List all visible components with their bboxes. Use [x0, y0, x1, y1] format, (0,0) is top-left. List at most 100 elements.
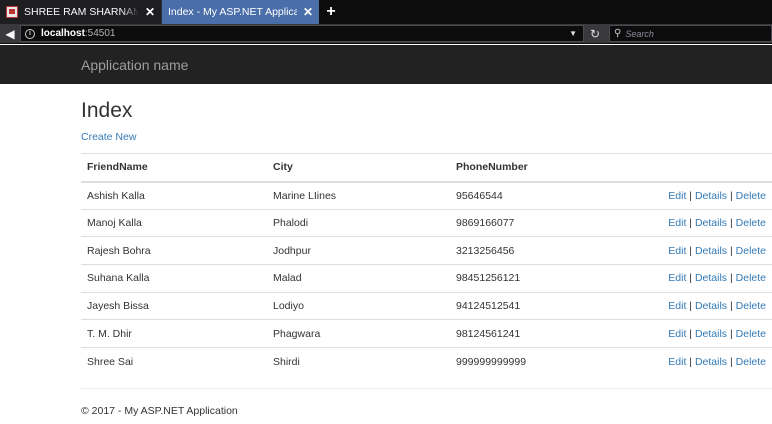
details-link[interactable]: Details — [695, 217, 727, 229]
table-row: Jayesh Bissa Lodiyo 94124512541 Edit | Deta… — [81, 291, 772, 320]
friend-name-cell: Ashish Kalla — [87, 189, 145, 202]
reload-icon[interactable]: ↻ — [585, 24, 605, 44]
action-separator: | — [729, 217, 733, 230]
phone-cell: 9869166077 — [450, 208, 633, 237]
delete-link[interactable]: Delete — [736, 300, 766, 312]
action-separator: | — [729, 300, 733, 313]
footer-divider — [81, 388, 772, 389]
brand-link[interactable]: Application name — [81, 57, 188, 73]
edit-link[interactable]: Edit — [668, 217, 686, 229]
phone-cell: 98451256121 — [450, 264, 633, 293]
action-separator: | — [689, 327, 693, 340]
new-tab-plus-icon[interactable]: + — [319, 0, 343, 24]
friend-name-cell: T. M. Dhir — [81, 319, 267, 348]
browser-tab-index[interactable]: Index - My ASP.NET Application ✕ — [162, 0, 319, 24]
details-link[interactable]: Details — [695, 300, 727, 312]
site-navbar: Application name — [0, 45, 772, 84]
site-favicon-icon — [6, 6, 18, 18]
phone-cell: 94124512541 — [450, 291, 633, 320]
delete-link[interactable]: Delete — [736, 356, 766, 368]
row-actions: Edit | Details | Delete — [633, 208, 772, 237]
delete-link[interactable]: Delete — [736, 217, 766, 229]
action-separator: | — [729, 189, 733, 202]
phone-cell: 98124561241 — [450, 319, 633, 348]
action-separator: | — [689, 300, 693, 313]
table-row: T. M. Dhir Phagwara 98124561241 Edit | Deta… — [81, 319, 772, 348]
action-separator: | — [729, 272, 733, 285]
details-link[interactable]: Details — [695, 245, 727, 257]
action-separator: | — [689, 217, 693, 230]
friend-name-cell: Suhana Kalla — [81, 264, 267, 293]
table-row: Shree Sai Shirdi 999999999999 Edit | Detail… — [81, 347, 772, 376]
city-cell: Phalodi — [267, 208, 450, 237]
details-link[interactable]: Details — [695, 356, 727, 368]
table-row: Suhana Kalla Malad 98451256121 Edit | Detai… — [81, 264, 772, 293]
details-link[interactable]: Details — [695, 272, 727, 284]
browser-search-input[interactable]: ⚲ Search — [609, 25, 772, 42]
action-separator: | — [689, 272, 693, 285]
url-bar[interactable]: i localhost:54501 ▼ — [20, 25, 584, 42]
action-separator: | — [689, 244, 693, 257]
action-separator: | — [729, 327, 733, 340]
city-cell: Lodiyo — [267, 291, 450, 320]
table-header-row: FriendName City PhoneNumber — [81, 153, 772, 183]
browser-nav-bar: ◀ i localhost:54501 ▼ ↻ ⚲ Search — [0, 24, 772, 44]
search-placeholder: Search — [625, 28, 654, 39]
delete-link[interactable]: Delete — [736, 328, 766, 340]
close-tab-icon[interactable]: ✕ — [145, 5, 155, 19]
tab-title: Index - My ASP.NET Application — [168, 6, 297, 18]
browser-tab-shree-ram[interactable]: SHREE RAM SHARNAM - Inte ✕ — [0, 0, 162, 24]
url-host: localhost — [41, 28, 85, 39]
column-header-phonenumber: PhoneNumber — [450, 153, 633, 183]
row-actions: Edit | Details | Delete — [633, 291, 772, 320]
friend-name-cell: Manoj Kalla — [81, 208, 267, 237]
tab-title: SHREE RAM SHARNAM - Inte — [24, 6, 139, 18]
edit-link[interactable]: Edit — [668, 190, 686, 202]
edit-link[interactable]: Edit — [668, 328, 686, 340]
delete-link[interactable]: Delete — [736, 190, 766, 202]
edit-link[interactable]: Edit — [668, 356, 686, 368]
close-tab-icon[interactable]: ✕ — [303, 5, 313, 19]
city-cell: Phagwara — [267, 319, 450, 348]
row-actions: Edit | Details | Delete — [633, 347, 772, 376]
city-cell: Jodhpur — [267, 236, 450, 265]
edit-link[interactable]: Edit — [668, 300, 686, 312]
city-cell: Shirdi — [267, 347, 450, 376]
row-actions: Edit | Details | Delete — [633, 236, 772, 265]
phone-cell: 999999999999 — [450, 347, 633, 376]
phone-cell: 95646544 — [456, 189, 503, 202]
page-title: Index — [81, 99, 133, 122]
friend-name-cell: Shree Sai — [81, 347, 267, 376]
table-row: Ashish Kalla Marine LIines 95646544 Edit | … — [81, 182, 772, 210]
create-new-link[interactable]: Create New — [81, 131, 136, 143]
friends-table: FriendName City PhoneNumber Ashish Kalla… — [81, 153, 772, 376]
row-actions: Edit | Details | Delete — [633, 319, 772, 348]
action-separator: | — [729, 355, 733, 368]
info-icon[interactable]: i — [25, 28, 35, 39]
back-arrow-icon[interactable]: ◀ — [0, 24, 20, 44]
column-header-city: City — [267, 153, 450, 183]
phone-cell: 3213256456 — [450, 236, 633, 265]
row-actions: Edit | Details | Delete — [633, 264, 772, 293]
details-link[interactable]: Details — [695, 328, 727, 340]
footer-text: © 2017 - My ASP.NET Application — [81, 405, 238, 417]
edit-link[interactable]: Edit — [668, 245, 686, 257]
browser-tab-bar: SHREE RAM SHARNAM - Inte ✕ Index - My AS… — [0, 0, 772, 24]
city-cell: Malad — [267, 264, 450, 293]
row-actions: Edit | Details | Delete — [633, 182, 772, 210]
details-link[interactable]: Details — [695, 190, 727, 202]
delete-link[interactable]: Delete — [736, 272, 766, 284]
edit-link[interactable]: Edit — [668, 272, 686, 284]
dropdown-arrow-icon[interactable]: ▼ — [569, 29, 577, 38]
column-header-friendname: FriendName — [81, 153, 267, 183]
column-header-actions — [633, 153, 772, 183]
action-separator: | — [729, 244, 733, 257]
friend-name-cell: Rajesh Bohra — [81, 236, 267, 265]
action-separator: | — [689, 355, 693, 368]
table-row: Rajesh Bohra Jodhpur 3213256456 Edit | Deta… — [81, 236, 772, 265]
url-port: :54501 — [84, 28, 116, 39]
table-row: Manoj Kalla Phalodi 9869166077 Edit | Detai… — [81, 208, 772, 237]
friend-name-cell: Jayesh Bissa — [81, 291, 267, 320]
delete-link[interactable]: Delete — [736, 245, 766, 257]
action-separator: | — [689, 189, 693, 202]
